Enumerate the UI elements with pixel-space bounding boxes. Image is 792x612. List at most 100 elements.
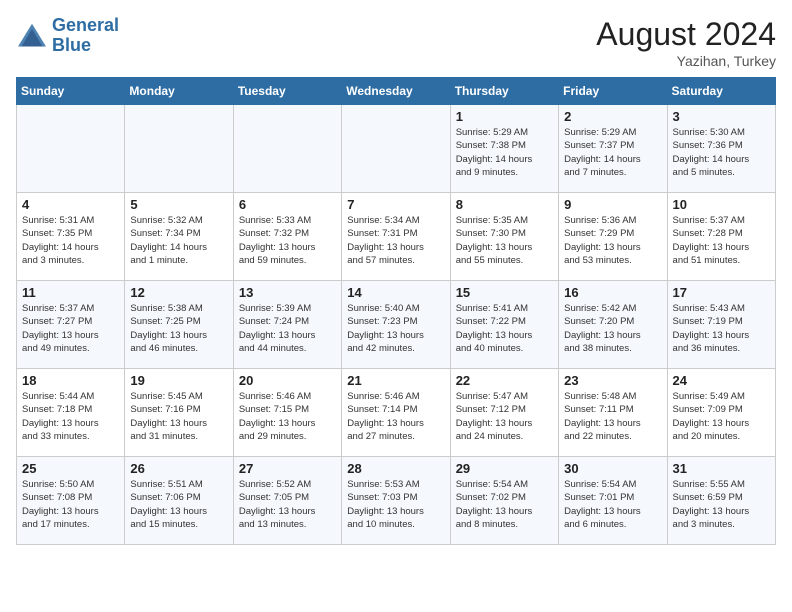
day-info: Sunrise: 5:37 AM Sunset: 7:28 PM Dayligh… — [673, 214, 770, 267]
calendar-day-cell: 13Sunrise: 5:39 AM Sunset: 7:24 PM Dayli… — [233, 281, 341, 369]
day-info: Sunrise: 5:54 AM Sunset: 7:02 PM Dayligh… — [456, 478, 553, 531]
day-number: 14 — [347, 285, 444, 300]
calendar-day-cell: 25 Sunrise: 5:50 AM Sunset: 7:08 PM Dayli… — [17, 457, 125, 545]
day-info: Sunrise: 5:37 AM Sunset: 7:27 PM Dayligh… — [22, 302, 119, 355]
logo-icon — [16, 22, 48, 50]
day-info: Sunrise: 5:35 AM Sunset: 7:30 PM Dayligh… — [456, 214, 553, 267]
day-number: 5 — [130, 197, 227, 212]
day-info: Sunrise: 5:54 AM Sunset: 7:01 PM Dayligh… — [564, 478, 661, 531]
calendar-day-cell: 1 Sunrise: 5:29 AM Sunset: 7:38 PM Daylig… — [450, 105, 558, 193]
calendar-day-cell: 3Sunrise: 5:30 AM Sunset: 7:36 PM Daylig… — [667, 105, 775, 193]
calendar-day-cell: 26 Sunrise: 5:51 AM Sunset: 7:06 PM Dayli… — [125, 457, 233, 545]
weekday-header: Tuesday — [233, 78, 341, 105]
calendar-day-cell: 2 Sunrise: 5:29 AM Sunset: 7:37 PM Daylig… — [559, 105, 667, 193]
day-info: Sunrise: 5:48 AM Sunset: 7:11 PM Dayligh… — [564, 390, 661, 443]
calendar-day-cell — [17, 105, 125, 193]
calendar-day-cell — [342, 105, 450, 193]
logo-line1: General — [52, 15, 119, 35]
day-info: Sunrise: 5:34 AM Sunset: 7:31 PM Dayligh… — [347, 214, 444, 267]
day-number: 8 — [456, 197, 553, 212]
calendar-table: SundayMondayTuesdayWednesdayThursdayFrid… — [16, 77, 776, 545]
calendar-day-cell: 28 Sunrise: 5:53 AM Sunset: 7:03 PM Dayli… — [342, 457, 450, 545]
day-number: 16 — [564, 285, 661, 300]
day-number: 15 — [456, 285, 553, 300]
day-number: 23 — [564, 373, 661, 388]
calendar-day-cell: 30 Sunrise: 5:54 AM Sunset: 7:01 PM Dayli… — [559, 457, 667, 545]
day-info: Sunrise: 5:29 AM Sunset: 7:37 PM Dayligh… — [564, 126, 661, 179]
weekday-header: Monday — [125, 78, 233, 105]
calendar-day-cell: 16Sunrise: 5:42 AM Sunset: 7:20 PM Dayli… — [559, 281, 667, 369]
calendar-day-cell: 7 Sunrise: 5:34 AM Sunset: 7:31 PM Daylig… — [342, 193, 450, 281]
calendar-day-cell: 6Sunrise: 5:33 AM Sunset: 7:32 PM Daylig… — [233, 193, 341, 281]
calendar-body: 1 Sunrise: 5:29 AM Sunset: 7:38 PM Daylig… — [17, 105, 776, 545]
day-info: Sunrise: 5:46 AM Sunset: 7:15 PM Dayligh… — [239, 390, 336, 443]
weekday-header: Sunday — [17, 78, 125, 105]
calendar-week-row: 4 Sunrise: 5:31 AM Sunset: 7:35 PM Daylig… — [17, 193, 776, 281]
day-info: Sunrise: 5:47 AM Sunset: 7:12 PM Dayligh… — [456, 390, 553, 443]
location: Yazihan, Turkey — [596, 53, 776, 69]
day-number: 22 — [456, 373, 553, 388]
day-number: 27 — [239, 461, 336, 476]
day-info: Sunrise: 5:50 AM Sunset: 7:08 PM Dayligh… — [22, 478, 119, 531]
weekday-header: Saturday — [667, 78, 775, 105]
day-info: Sunrise: 5:49 AM Sunset: 7:09 PM Dayligh… — [673, 390, 770, 443]
day-number: 2 — [564, 109, 661, 124]
calendar-day-cell: 10 Sunrise: 5:37 AM Sunset: 7:28 PM Dayli… — [667, 193, 775, 281]
calendar-day-cell: 22 Sunrise: 5:47 AM Sunset: 7:12 PM Dayli… — [450, 369, 558, 457]
day-number: 30 — [564, 461, 661, 476]
calendar-day-cell: 15 Sunrise: 5:41 AM Sunset: 7:22 PM Dayli… — [450, 281, 558, 369]
day-number: 17 — [673, 285, 770, 300]
day-info: Sunrise: 5:43 AM Sunset: 7:19 PM Dayligh… — [673, 302, 770, 355]
day-info: Sunrise: 5:55 AM Sunset: 6:59 PM Dayligh… — [673, 478, 770, 531]
day-info: Sunrise: 5:33 AM Sunset: 7:32 PM Dayligh… — [239, 214, 336, 267]
logo-text: General Blue — [52, 16, 119, 56]
day-info: Sunrise: 5:52 AM Sunset: 7:05 PM Dayligh… — [239, 478, 336, 531]
day-number: 1 — [456, 109, 553, 124]
day-number: 10 — [673, 197, 770, 212]
weekday-header: Wednesday — [342, 78, 450, 105]
calendar-day-cell: 17 Sunrise: 5:43 AM Sunset: 7:19 PM Dayli… — [667, 281, 775, 369]
day-info: Sunrise: 5:44 AM Sunset: 7:18 PM Dayligh… — [22, 390, 119, 443]
calendar-day-cell: 9 Sunrise: 5:36 AM Sunset: 7:29 PM Daylig… — [559, 193, 667, 281]
day-info: Sunrise: 5:53 AM Sunset: 7:03 PM Dayligh… — [347, 478, 444, 531]
calendar-week-row: 1 Sunrise: 5:29 AM Sunset: 7:38 PM Daylig… — [17, 105, 776, 193]
day-number: 7 — [347, 197, 444, 212]
calendar-day-cell: 29Sunrise: 5:54 AM Sunset: 7:02 PM Dayli… — [450, 457, 558, 545]
weekday-header: Friday — [559, 78, 667, 105]
calendar-day-cell: 5Sunrise: 5:32 AM Sunset: 7:34 PM Daylig… — [125, 193, 233, 281]
day-number: 4 — [22, 197, 119, 212]
calendar-day-cell: 11Sunrise: 5:37 AM Sunset: 7:27 PM Dayli… — [17, 281, 125, 369]
calendar-day-cell — [233, 105, 341, 193]
day-number: 28 — [347, 461, 444, 476]
day-info: Sunrise: 5:45 AM Sunset: 7:16 PM Dayligh… — [130, 390, 227, 443]
day-number: 24 — [673, 373, 770, 388]
month-title: August 2024 — [596, 16, 776, 53]
calendar-day-cell: 19Sunrise: 5:45 AM Sunset: 7:16 PM Dayli… — [125, 369, 233, 457]
day-number: 26 — [130, 461, 227, 476]
calendar-day-cell: 23 Sunrise: 5:48 AM Sunset: 7:11 PM Dayli… — [559, 369, 667, 457]
day-info: Sunrise: 5:36 AM Sunset: 7:29 PM Dayligh… — [564, 214, 661, 267]
day-info: Sunrise: 5:31 AM Sunset: 7:35 PM Dayligh… — [22, 214, 119, 267]
calendar-day-cell: 20Sunrise: 5:46 AM Sunset: 7:15 PM Dayli… — [233, 369, 341, 457]
calendar-day-cell: 18 Sunrise: 5:44 AM Sunset: 7:18 PM Dayli… — [17, 369, 125, 457]
day-info: Sunrise: 5:51 AM Sunset: 7:06 PM Dayligh… — [130, 478, 227, 531]
day-info: Sunrise: 5:41 AM Sunset: 7:22 PM Dayligh… — [456, 302, 553, 355]
calendar-header: SundayMondayTuesdayWednesdayThursdayFrid… — [17, 78, 776, 105]
day-number: 9 — [564, 197, 661, 212]
day-number: 3 — [673, 109, 770, 124]
day-number: 25 — [22, 461, 119, 476]
page-header: General Blue August 2024 Yazihan, Turkey — [16, 16, 776, 69]
calendar-day-cell: 12Sunrise: 5:38 AM Sunset: 7:25 PM Dayli… — [125, 281, 233, 369]
weekday-header: Thursday — [450, 78, 558, 105]
calendar-week-row: 11Sunrise: 5:37 AM Sunset: 7:27 PM Dayli… — [17, 281, 776, 369]
calendar-day-cell: 4 Sunrise: 5:31 AM Sunset: 7:35 PM Daylig… — [17, 193, 125, 281]
day-info: Sunrise: 5:40 AM Sunset: 7:23 PM Dayligh… — [347, 302, 444, 355]
day-info: Sunrise: 5:29 AM Sunset: 7:38 PM Dayligh… — [456, 126, 553, 179]
calendar-week-row: 18 Sunrise: 5:44 AM Sunset: 7:18 PM Dayli… — [17, 369, 776, 457]
day-info: Sunrise: 5:46 AM Sunset: 7:14 PM Dayligh… — [347, 390, 444, 443]
calendar-day-cell: 8 Sunrise: 5:35 AM Sunset: 7:30 PM Daylig… — [450, 193, 558, 281]
day-number: 18 — [22, 373, 119, 388]
logo-line2: Blue — [52, 35, 91, 55]
day-number: 31 — [673, 461, 770, 476]
title-block: August 2024 Yazihan, Turkey — [596, 16, 776, 69]
